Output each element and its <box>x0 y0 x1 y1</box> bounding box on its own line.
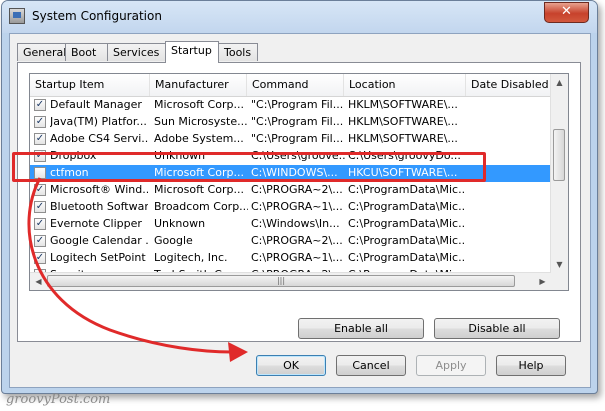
tab-startup[interactable]: Startup <box>165 41 219 63</box>
watermark-text: groovyPost.com <box>6 392 111 407</box>
annotation-arrow-icon <box>27 177 248 362</box>
